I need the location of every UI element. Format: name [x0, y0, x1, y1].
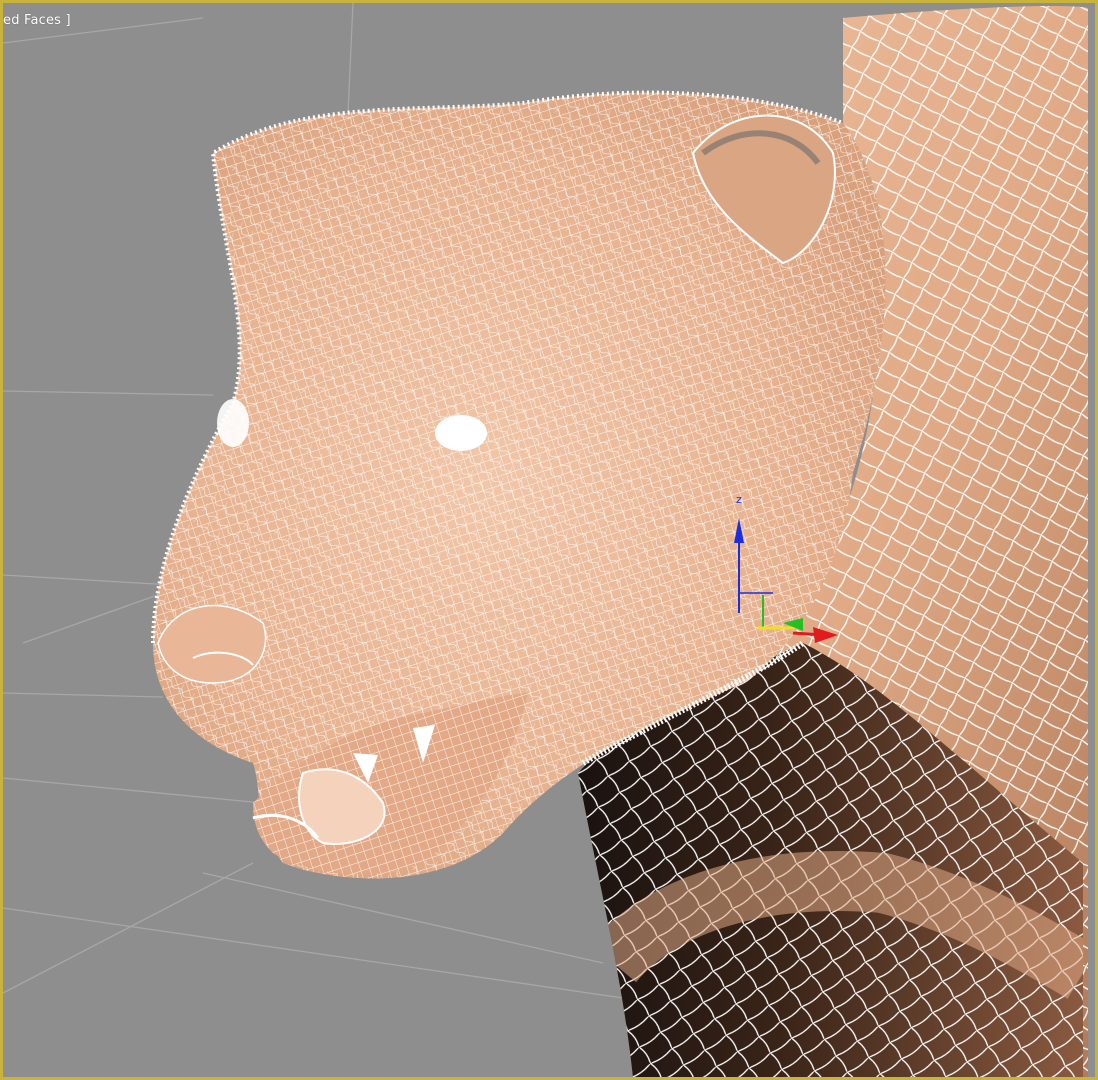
viewport-scene: z — [3, 3, 1088, 1077]
gizmo-z-label: z — [736, 493, 742, 506]
perspective-viewport[interactable]: ed Faces ] z — [0, 0, 1098, 1080]
eye — [435, 415, 487, 451]
viewport-shading-label[interactable]: ed Faces ] — [3, 13, 71, 28]
